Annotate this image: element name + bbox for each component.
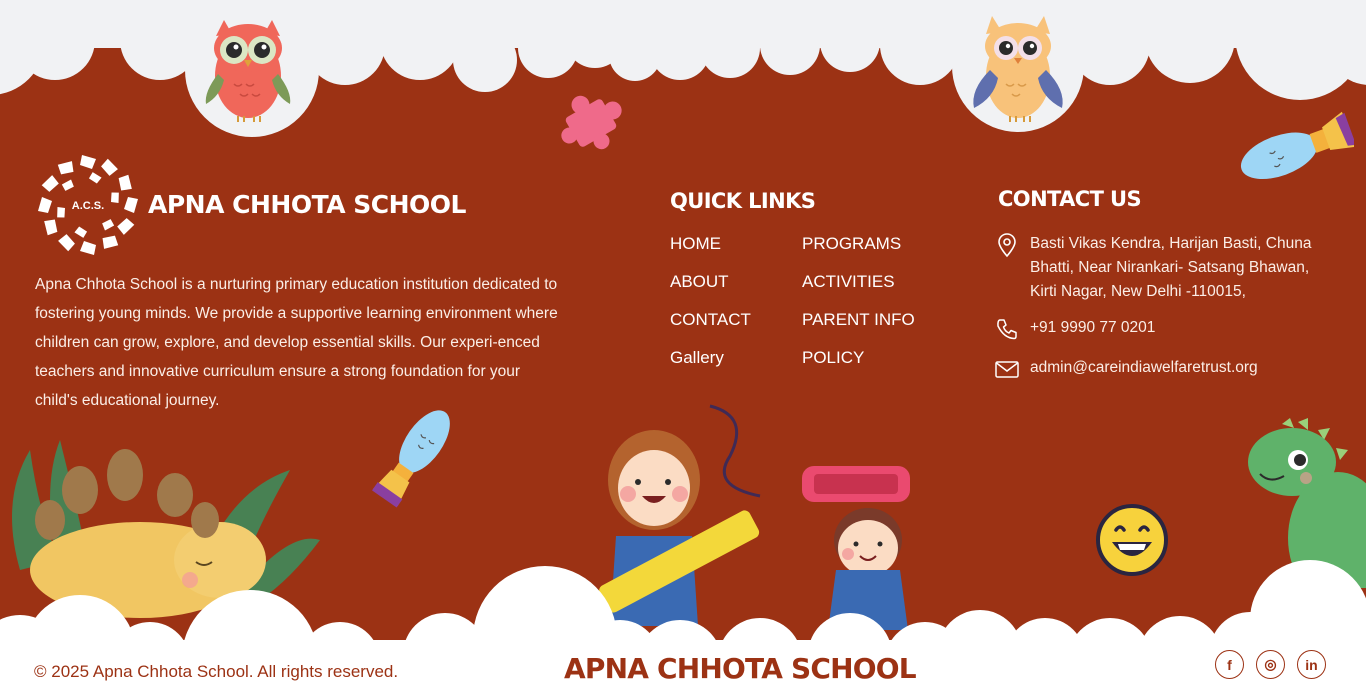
phone-icon bbox=[997, 319, 1017, 340]
about-description: Apna Chhota School is a nurturing primar… bbox=[35, 276, 558, 409]
quick-links-list: HOME PROGRAMS ABOUT ACTIVITIES CONTACT P… bbox=[670, 232, 970, 369]
contact-phone: +91 9990 77 0201 bbox=[994, 316, 1155, 342]
address-text: Basti Vikas Kendra, Harijan Basti, Chuna… bbox=[1030, 235, 1312, 300]
contact-address: Basti Vikas Kendra, Harijan Basti, Chuna… bbox=[994, 232, 1339, 304]
paintbrush-decoration-top bbox=[1240, 111, 1354, 180]
link-policy[interactable]: POLICY bbox=[802, 346, 970, 369]
owl-illustration-left bbox=[205, 20, 291, 122]
footer-scene: A.C.S. APNA CHHOTA SCHOOL Apna Chhota Sc… bbox=[0, 0, 1366, 698]
owl-illustration-right bbox=[973, 16, 1063, 122]
link-activities[interactable]: ACTIVITIES bbox=[802, 270, 970, 293]
link-about[interactable]: ABOUT bbox=[670, 270, 802, 293]
facebook-icon[interactable]: f bbox=[1215, 650, 1244, 679]
mail-icon bbox=[995, 361, 1019, 378]
school-logo: A.C.S. bbox=[38, 155, 138, 255]
puzzle-piece-decoration bbox=[561, 95, 622, 150]
brand-name: APNA CHHOTA SCHOOL bbox=[148, 190, 466, 219]
link-home[interactable]: HOME bbox=[670, 232, 802, 255]
link-programs[interactable]: PROGRAMS bbox=[802, 232, 970, 255]
footer-brand-name: APNA CHHOTA SCHOOL bbox=[564, 652, 917, 685]
contact-email: admin@careindiawelfaretrust.org bbox=[994, 356, 1258, 382]
quick-links-title: QUICK LINKS bbox=[670, 189, 816, 213]
logo-text: A.C.S. bbox=[72, 200, 104, 212]
phone-number[interactable]: +91 9990 77 0201 bbox=[1030, 316, 1155, 340]
copyright-text: © 2025 Apna Chhota School. All rights re… bbox=[34, 662, 399, 681]
link-contact[interactable]: CONTACT bbox=[670, 308, 802, 331]
link-gallery[interactable]: Gallery bbox=[670, 346, 802, 369]
location-pin-icon bbox=[998, 233, 1016, 258]
link-parent-info[interactable]: PARENT INFO bbox=[802, 308, 970, 331]
paintbrush-decoration-bottom bbox=[372, 410, 450, 508]
instagram-icon[interactable]: ◎ bbox=[1256, 650, 1285, 679]
email-address[interactable]: admin@careindiawelfaretrust.org bbox=[1030, 356, 1258, 380]
linkedin-icon[interactable]: in bbox=[1297, 650, 1326, 679]
contact-title: CONTACT US bbox=[998, 187, 1142, 211]
